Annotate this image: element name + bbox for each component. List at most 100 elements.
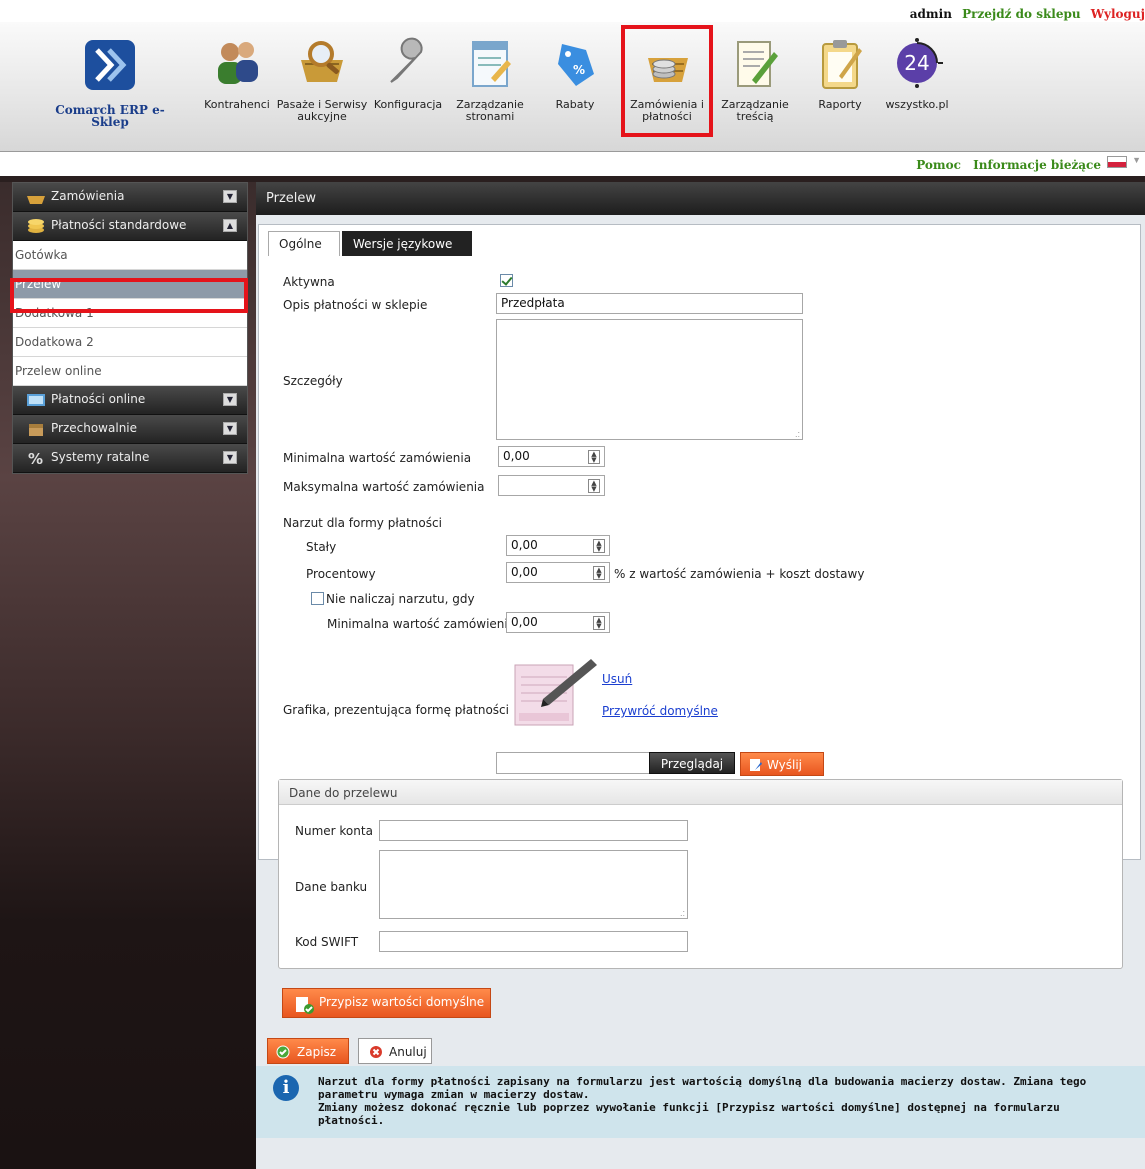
spinner-icon[interactable]: ▲ ▼ [593,539,605,553]
send-button[interactable]: Wyślij [740,752,824,776]
ribbon-konfiguracja[interactable]: Konfiguracja [369,22,447,152]
expand-icon[interactable]: ▼ [223,393,237,406]
sidebar: Zamówienia ▼ Płatności standardowe ▲ Got… [0,182,256,1169]
remove-graphic-link[interactable]: Usuń [602,672,632,686]
sidebar-item-przelew-online[interactable]: Przelew online [13,357,247,386]
help-link[interactable]: Pomoc [916,158,961,172]
spinner-icon[interactable]: ▲ ▼ [588,450,600,464]
ribbon-wszystko[interactable]: 24 wszystko.pl [882,22,952,152]
percent-surcharge-input[interactable]: 0,00 ▲ ▼ [506,562,610,583]
ribbon-kontrahenci[interactable]: Kontrahenci [200,22,274,152]
tab-ogolne[interactable]: Ogólne [268,231,340,256]
ribbon-label: aukcyjne [297,110,347,123]
no-surcharge-min-text: 0,00 [511,615,538,629]
fixed-surcharge-input[interactable]: 0,00 ▲ ▼ [506,535,610,556]
highlight-box [621,25,713,137]
min-value-input[interactable]: 0,00 ▲ ▼ [498,446,605,467]
ribbon-label: stronami [465,110,515,123]
spinner-icon[interactable]: ▲ ▼ [593,566,605,580]
ribbon-zarzadzanie-stronami[interactable]: Zarządzanie stronami [447,22,533,152]
restore-default-link[interactable]: Przywróć domyślne [602,704,718,718]
swift-input[interactable] [379,931,688,952]
ribbon-label: treścią [736,110,774,123]
browse-button[interactable]: Przeglądaj [649,752,735,774]
resize-grip-icon[interactable]: .: [680,909,685,918]
comarch-logo-icon [85,40,135,90]
details-textarea[interactable]: .: [496,319,803,440]
save-button[interactable]: Zapisz [267,1038,349,1064]
badge-text: 24 [904,51,929,75]
sidebar-section-platnosci-standardowe[interactable]: Płatności standardowe ▲ [13,212,247,241]
sidebar-section-label: Płatności standardowe [51,218,187,232]
file-path-input[interactable] [496,752,650,774]
ribbon-pasaze[interactable]: Pasaże i Serwisy aukcyjne [275,22,369,152]
people-icon [218,42,258,84]
ribbon-rabaty[interactable]: % Rabaty [545,22,605,152]
user-bar: admin Przejdź do sklepu Wyloguj [0,0,1145,22]
max-value-input[interactable]: ▲ ▼ [498,475,605,496]
expand-icon[interactable]: ▼ [223,422,237,435]
expand-icon[interactable]: ▼ [223,190,237,203]
basket-icon [27,196,45,204]
brand-label: Comarch ERP e-Sklep [55,103,165,129]
expand-icon[interactable]: ▼ [223,451,237,464]
resize-grip-icon[interactable]: .: [795,430,800,439]
sidebar-item-label: Dodatkowa 2 [15,335,94,349]
document-check-icon [296,997,314,1014]
bank-data-textarea[interactable]: .: [379,850,688,919]
no-surcharge-label: Nie naliczaj narzutu, gdy [326,592,475,606]
sidebar-section-systemy-ratalne[interactable]: % Systemy ratalne ▼ [13,444,247,473]
no-surcharge-min-input[interactable]: 0,00 ▲ ▼ [506,612,610,633]
no-surcharge-checkbox[interactable] [311,592,324,605]
info-line: Narzut dla formy płatności zapisany na f… [318,1075,1087,1088]
percent-icon: % [28,450,43,467]
description-input[interactable]: Przedpłata [496,293,803,314]
upload-icon [750,759,762,771]
ribbon-raporty[interactable]: Raporty [808,22,872,152]
wrench-icon [390,37,423,83]
sidebar-item-dodatkowa-2[interactable]: Dodatkowa 2 [13,328,247,357]
assign-defaults-button[interactable]: Przypisz wartości domyślne [282,988,491,1018]
active-checkbox[interactable] [500,274,513,287]
logout-link[interactable]: Wyloguj [1091,7,1145,21]
help-bar: Pomoc Informacje bieżące [0,152,1145,176]
sidebar-section-label: Zamówienia [51,189,125,203]
percent-label: Procentowy [306,567,376,581]
sidebar-section-zamowienia[interactable]: Zamówienia ▼ [13,183,247,212]
info-icon: i [273,1075,299,1101]
sidebar-section-przechowalnie[interactable]: Przechowalnie ▼ [13,415,247,444]
info-line: parametru wymaga zmian w macierzy dostaw… [318,1088,590,1101]
spinner-icon[interactable]: ▲ ▼ [588,479,600,493]
cancel-circle-icon [370,1046,382,1058]
sidebar-section-platnosci-online[interactable]: Płatności online ▼ [13,386,247,415]
percent-suffix: % z wartość zamówienia + koszt dostawy [614,567,865,581]
ribbon-zarzadzanie-trescia[interactable]: Zarządzanie treścią [720,22,790,152]
details-label: Szczegóły [283,374,343,388]
check-circle-icon [276,1045,290,1059]
spinner-icon[interactable]: ▲ ▼ [593,616,605,630]
cancel-button[interactable]: Anuluj [358,1038,432,1064]
ribbon-label: Konfiguracja [373,98,443,111]
24-badge-icon: 24 [897,38,943,88]
go-to-shop-link[interactable]: Przejdź do sklepu [962,7,1080,21]
ribbon-label: wszystko.pl [885,98,949,111]
sidebar-menu: Zamówienia ▼ Płatności standardowe ▲ Got… [12,182,248,474]
max-value-label: Maksymalna wartość zamówienia [283,480,485,494]
language-flag-icon[interactable] [1107,156,1127,168]
collapse-icon[interactable]: ▲ [223,219,237,232]
price-tag-icon: % [558,44,594,86]
page-title: Przelew [256,182,1145,215]
graphic-label: Grafika, prezentująca formę płatności [283,703,509,717]
tab-wersje-jezykowe[interactable]: Wersje językowe [342,231,472,256]
account-number-input[interactable] [379,820,688,841]
current-info-link[interactable]: Informacje bieżące [973,158,1101,172]
brand-logo[interactable]: Comarch ERP e-Sklep [40,22,180,152]
bank-details-title: Dane do przelewu [279,780,1122,805]
info-box: i Narzut dla formy płatności zapisany na… [256,1066,1145,1138]
sidebar-item-gotowka[interactable]: Gotówka [13,241,247,270]
document-pencil-icon [737,41,778,87]
box-icon [29,424,43,436]
ribbon-label: Rabaty [555,98,595,111]
chevron-down-icon[interactable]: ▼ [1132,155,1141,165]
main-ribbon: Comarch ERP e-Sklep Kontrahenci Pasaże i… [0,22,1145,152]
